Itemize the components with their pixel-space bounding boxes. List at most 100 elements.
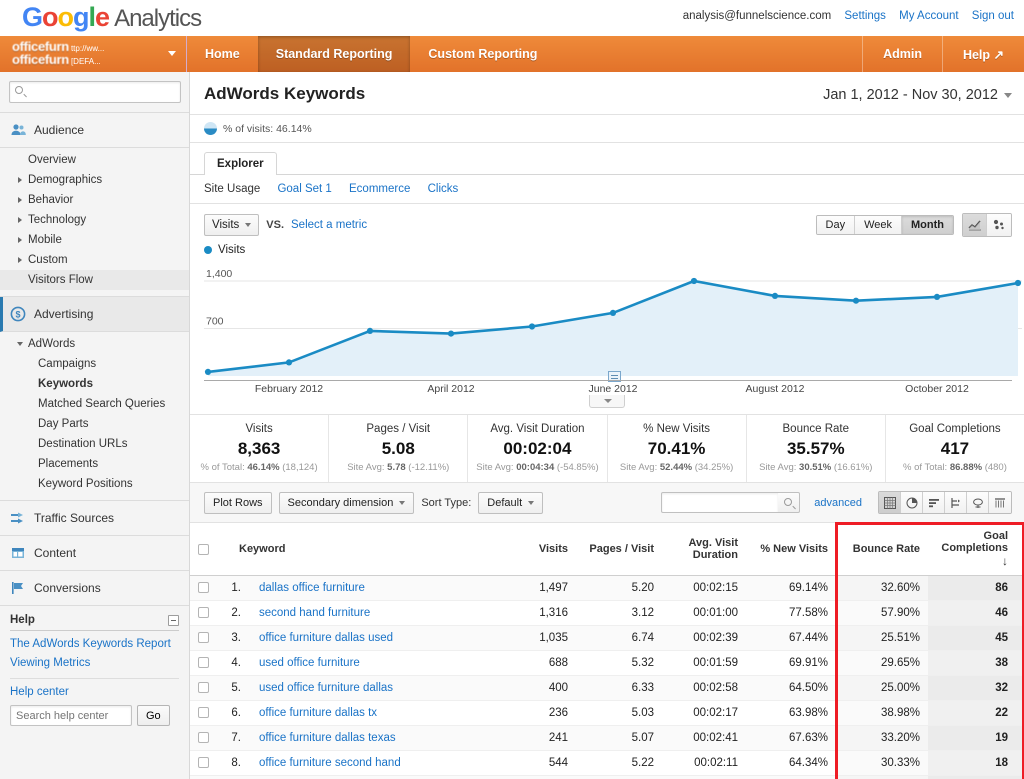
checkbox-icon[interactable] (198, 757, 209, 769)
columns-view-icon[interactable] (989, 492, 1011, 513)
sidebar-item-mobile[interactable]: Mobile (0, 230, 189, 250)
sign-out-link[interactable]: Sign out (972, 10, 1014, 22)
subtab-site-usage[interactable]: Site Usage (204, 183, 260, 195)
row-keyword[interactable]: dallas office furniture (249, 575, 504, 601)
table-row[interactable]: 8. office furniture second hand 544 5.22 00:… (190, 750, 1024, 776)
row-keyword[interactable]: office furniture dallas used (249, 625, 504, 651)
select-all-header[interactable] (190, 523, 217, 576)
column-header-new-visits[interactable]: % New Visits (746, 523, 836, 576)
pie-view-icon[interactable] (901, 492, 923, 513)
nav-admin[interactable]: Admin (862, 36, 942, 72)
settings-link[interactable]: Settings (844, 10, 886, 22)
sidebar-item-day-parts[interactable]: Day Parts (0, 414, 189, 434)
sidebar-section-content[interactable]: Content (0, 536, 189, 571)
table-row[interactable]: 4. used office furniture 688 5.32 00:01:59 69… (190, 650, 1024, 676)
checkbox-icon[interactable] (198, 732, 209, 744)
sort-type-select[interactable]: Default (478, 491, 544, 514)
column-header-keyword[interactable]: Keyword (217, 523, 504, 576)
checkbox-icon[interactable] (198, 632, 209, 644)
keyword-link[interactable]: office furniture dallas tx (259, 707, 377, 719)
column-header-bounce-rate[interactable]: Bounce Rate (836, 523, 928, 576)
row-keyword[interactable]: used office furniture (249, 650, 504, 676)
row-checkbox-cell[interactable] (190, 600, 217, 626)
sidebar-item-custom[interactable]: Custom (0, 250, 189, 270)
sidebar-item-overview[interactable]: Overview (0, 150, 189, 170)
metric-select[interactable]: Visits (204, 214, 260, 236)
chart-point[interactable] (933, 293, 941, 300)
keyword-link[interactable]: office furniture dallas texas (259, 732, 396, 744)
checkbox-icon[interactable] (198, 543, 209, 555)
sidebar-item-adwords[interactable]: AdWords (0, 334, 189, 354)
sidebar-item-keywords[interactable]: Keywords (0, 374, 189, 394)
nav-custom-reporting[interactable]: Custom Reporting (410, 36, 555, 72)
help-center-link[interactable]: Help center (10, 686, 179, 698)
sidebar-item-placements[interactable]: Placements (0, 454, 189, 474)
row-checkbox-cell[interactable] (190, 575, 217, 601)
chart-point[interactable] (609, 309, 617, 316)
chart-point[interactable] (285, 359, 293, 366)
row-keyword[interactable]: used office furniture dallas (249, 675, 504, 701)
table-search-button[interactable] (778, 492, 801, 513)
profile-selector[interactable]: officefurn ttp://ww... officefurn [DEFA... (0, 36, 187, 72)
row-keyword[interactable]: second hand furniture (249, 600, 504, 626)
row-checkbox-cell[interactable] (190, 725, 217, 751)
row-keyword[interactable]: (not set) (249, 775, 504, 779)
column-header-visits[interactable]: Visits (504, 523, 576, 576)
date-range-selector[interactable]: Jan 1, 2012 - Nov 30, 2012 (823, 87, 1012, 103)
row-keyword[interactable]: office furniture second hand (249, 750, 504, 776)
chart-point[interactable] (366, 327, 374, 334)
column-header-goal-completions[interactable]: Goal Completions↓ (928, 523, 1024, 576)
chart-point[interactable] (690, 277, 698, 285)
keyword-link[interactable]: used office furniture dallas (259, 682, 393, 694)
row-checkbox-cell[interactable] (190, 700, 217, 726)
tab-explorer[interactable]: Explorer (204, 152, 277, 175)
chart-expand-button[interactable] (589, 395, 625, 408)
help-search-input[interactable] (10, 705, 132, 726)
sidebar-item-visitors-flow[interactable]: Visitors Flow (0, 270, 189, 290)
sidebar-section-advertising[interactable]: $ Advertising (0, 297, 189, 332)
subtab-goal-set-1[interactable]: Goal Set 1 (277, 183, 331, 195)
nav-standard-reporting[interactable]: Standard Reporting (257, 36, 411, 72)
sidebar-item-matched-search-queries[interactable]: Matched Search Queries (0, 394, 189, 414)
plot-rows-button[interactable]: Plot Rows (204, 491, 272, 514)
chart-point[interactable] (528, 323, 536, 330)
help-search-go-button[interactable]: Go (137, 705, 170, 726)
sidebar-section-audience[interactable]: Audience (0, 113, 189, 148)
bar-view-icon[interactable] (923, 492, 945, 513)
checkbox-icon[interactable] (198, 707, 209, 719)
select-a-metric-link[interactable]: Select a metric (291, 219, 367, 231)
sidebar-section-traffic-sources[interactable]: Traffic Sources (0, 501, 189, 536)
pivot-view-icon[interactable] (967, 492, 989, 513)
my-account-link[interactable]: My Account (899, 10, 958, 22)
sidebar-section-conversions[interactable]: Conversions (0, 571, 189, 606)
comparison-view-icon[interactable] (945, 492, 967, 513)
motion-chart-icon[interactable] (987, 214, 1011, 236)
pie-chart-icon[interactable] (204, 122, 217, 135)
secondary-dimension-button[interactable]: Secondary dimension (278, 491, 415, 514)
row-keyword[interactable]: office furniture dallas texas (249, 725, 504, 751)
table-view-icon[interactable] (879, 492, 901, 513)
chart-point[interactable] (1014, 279, 1022, 287)
sidebar-item-destination-urls[interactable]: Destination URLs (0, 434, 189, 454)
table-row[interactable]: 2. second hand furniture 1,316 3.12 00:01:00… (190, 600, 1024, 626)
help-link-viewing-metrics[interactable]: Viewing Metrics (10, 657, 179, 669)
collapse-icon[interactable] (168, 614, 179, 626)
row-checkbox-cell[interactable] (190, 775, 217, 779)
keyword-link[interactable]: office furniture second hand (259, 757, 401, 769)
table-row[interactable]: 1. dallas office furniture 1,497 5.20 00:02:… (190, 575, 1024, 601)
table-row[interactable]: 9.(not set)5195.2000:01:5979.96%34.49%16 (190, 775, 1024, 779)
chart-point[interactable] (204, 368, 212, 375)
nav-help[interactable]: Help ↗ (941, 36, 1024, 72)
keyword-link[interactable]: used office furniture (259, 657, 360, 669)
checkbox-icon[interactable] (198, 682, 209, 694)
table-search-input[interactable] (661, 492, 780, 513)
sidebar-item-behavior[interactable]: Behavior (0, 190, 189, 210)
checkbox-icon[interactable] (198, 607, 209, 619)
sidebar-item-technology[interactable]: Technology (0, 210, 189, 230)
keyword-link[interactable]: dallas office furniture (259, 582, 365, 594)
granularity-day[interactable]: Day (816, 216, 856, 234)
table-row[interactable]: 5. used office furniture dallas 400 6.33 00:… (190, 675, 1024, 701)
column-header-pages-per-visit[interactable]: Pages / Visit (576, 523, 662, 576)
visits-chart[interactable]: 700 1,400 (204, 258, 1022, 382)
keyword-link[interactable]: second hand furniture (259, 607, 370, 619)
